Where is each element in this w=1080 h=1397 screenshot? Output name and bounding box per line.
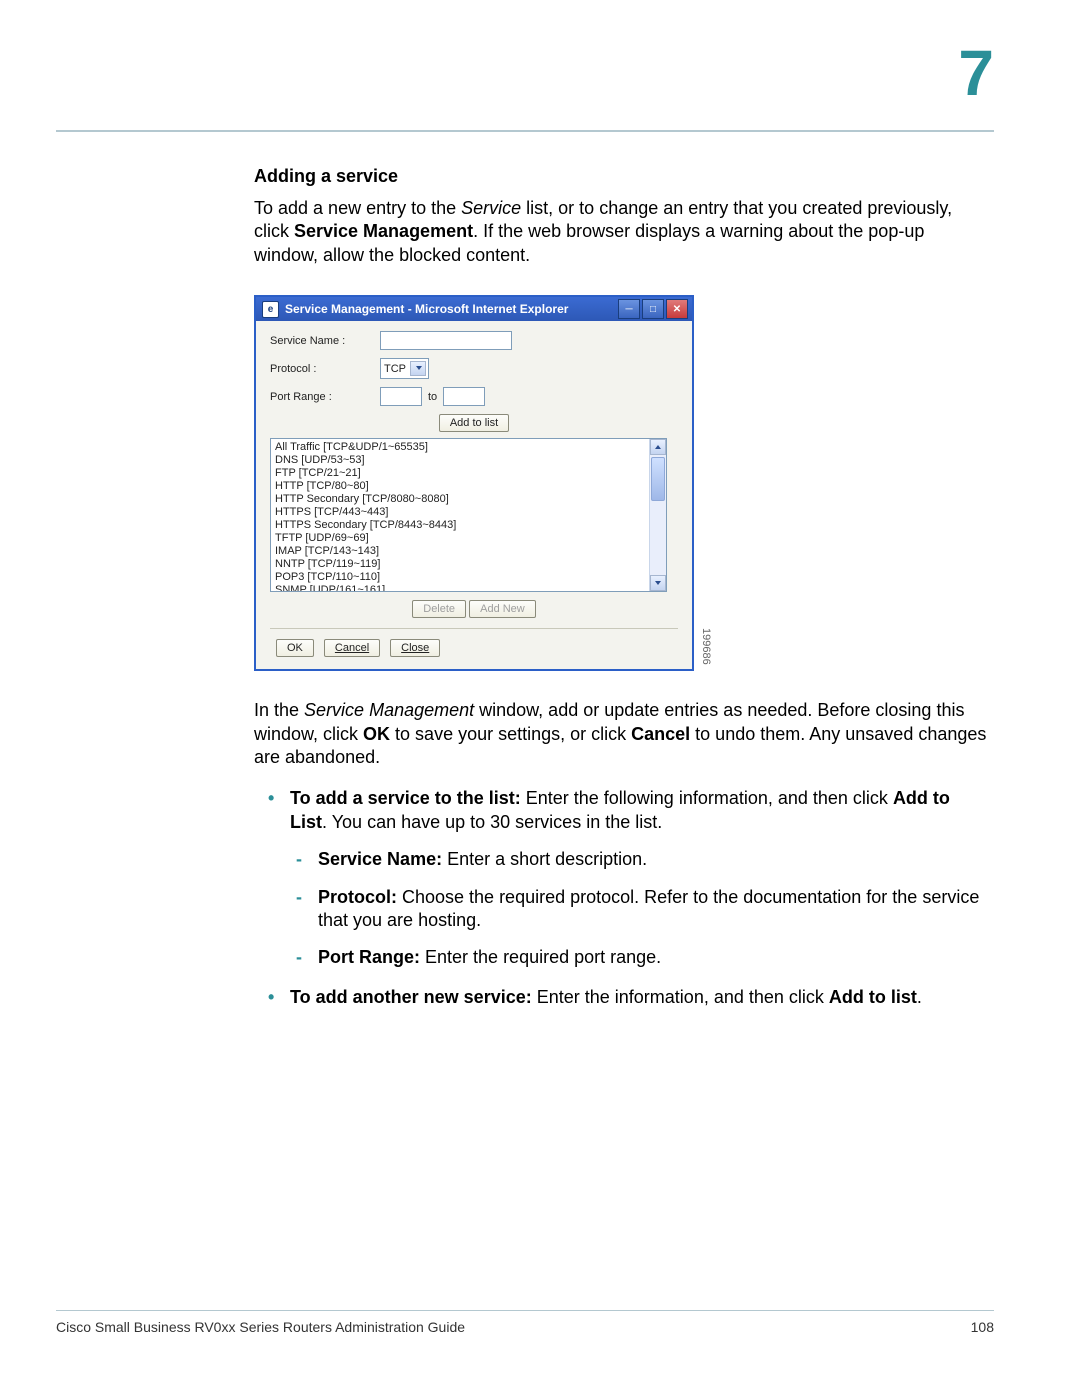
- screenshot-window-wrapper: e Service Management - Microsoft Interne…: [254, 295, 694, 671]
- bullet-item: To add another new service: Enter the in…: [290, 986, 990, 1009]
- text-italic: Service: [461, 198, 521, 218]
- figure-id: 199686: [700, 628, 712, 665]
- text: Enter the following information, and the…: [521, 788, 893, 808]
- list-item[interactable]: All Traffic [TCP&UDP/1~65535]: [275, 441, 645, 454]
- cancel-button[interactable]: Cancel: [324, 639, 380, 657]
- list-item[interactable]: FTP [TCP/21~21]: [275, 467, 645, 480]
- text: Enter the required port range.: [420, 947, 661, 967]
- add-to-list-row: Add to list: [270, 414, 678, 432]
- label-protocol: Protocol :: [270, 363, 380, 375]
- service-list-items: All Traffic [TCP&UDP/1~65535] DNS [UDP/5…: [271, 439, 649, 591]
- page-footer: Cisco Small Business RV0xx Series Router…: [56, 1310, 994, 1335]
- list-item[interactable]: HTTP Secondary [TCP/8080~8080]: [275, 493, 645, 506]
- list-action-row: Delete Add New: [270, 600, 678, 618]
- text-bold: Protocol:: [318, 887, 397, 907]
- delete-button[interactable]: Delete: [412, 600, 466, 618]
- scroll-down-button[interactable]: [650, 575, 666, 591]
- list-item[interactable]: SNMP [UDP/161~161]: [275, 584, 645, 592]
- maximize-button[interactable]: □: [642, 299, 664, 319]
- port-range-start-input[interactable]: [380, 387, 422, 406]
- row-port-range: Port Range : to: [270, 387, 678, 406]
- add-new-button[interactable]: Add New: [469, 600, 536, 618]
- section-heading: Adding a service: [254, 166, 990, 187]
- port-range-end-input[interactable]: [443, 387, 485, 406]
- text-bold: Service Name:: [318, 849, 442, 869]
- list-item[interactable]: HTTPS Secondary [TCP/8443~8443]: [275, 519, 645, 532]
- dialog-bottom-buttons: OK Cancel Close: [270, 628, 678, 657]
- label-to: to: [428, 391, 437, 403]
- bullet-list: To add a service to the list: Enter the …: [254, 787, 990, 1009]
- text: Choose the required protocol. Refer to t…: [318, 887, 979, 930]
- ok-button[interactable]: OK: [276, 639, 314, 657]
- text-bold: OK: [363, 724, 390, 744]
- list-item[interactable]: DNS [UDP/53~53]: [275, 454, 645, 467]
- paragraph-intro: To add a new entry to the Service list, …: [254, 197, 990, 267]
- scrollbar[interactable]: [649, 439, 666, 591]
- bullet-item: To add a service to the list: Enter the …: [290, 787, 990, 969]
- text: In the: [254, 700, 304, 720]
- text-bold: To add a service to the list:: [290, 788, 521, 808]
- close-icon[interactable]: ✕: [666, 299, 688, 319]
- text-bold: Add to list: [829, 987, 917, 1007]
- protocol-select[interactable]: TCP: [380, 358, 429, 379]
- row-protocol: Protocol : TCP: [270, 358, 678, 379]
- footer-left: Cisco Small Business RV0xx Series Router…: [56, 1319, 465, 1335]
- close-button[interactable]: Close: [390, 639, 440, 657]
- list-item[interactable]: NNTP [TCP/119~119]: [275, 558, 645, 571]
- text: Enter a short description.: [442, 849, 647, 869]
- protocol-value: TCP: [384, 363, 406, 375]
- window-body: Service Name : Protocol : TCP Port Range…: [256, 321, 692, 669]
- row-service-name: Service Name :: [270, 331, 678, 350]
- footer-page-number: 108: [971, 1319, 994, 1335]
- dash-item: Protocol: Choose the required protocol. …: [318, 886, 990, 933]
- ie-icon: e: [262, 301, 279, 318]
- chevron-down-icon: [416, 366, 422, 370]
- scroll-up-button[interactable]: [650, 439, 666, 455]
- text: To add a new entry to the: [254, 198, 461, 218]
- list-item[interactable]: TFTP [UDP/69~69]: [275, 532, 645, 545]
- minimize-button[interactable]: ─: [618, 299, 640, 319]
- dash-item: Port Range: Enter the required port rang…: [318, 946, 990, 969]
- list-item[interactable]: IMAP [TCP/143~143]: [275, 545, 645, 558]
- dash-list: Service Name: Enter a short description.…: [290, 848, 990, 970]
- window-titlebar: e Service Management - Microsoft Interne…: [256, 297, 692, 321]
- window-title: Service Management - Microsoft Internet …: [285, 302, 568, 316]
- text: .: [917, 987, 922, 1007]
- text-bold: To add another new service:: [290, 987, 532, 1007]
- chapter-number: 7: [958, 36, 994, 110]
- text-bold: Port Range:: [318, 947, 420, 967]
- label-service-name: Service Name :: [270, 335, 380, 347]
- add-to-list-button[interactable]: Add to list: [439, 414, 509, 432]
- list-item[interactable]: POP3 [TCP/110~110]: [275, 571, 645, 584]
- text: Enter the information, and then click: [532, 987, 829, 1007]
- dialog-window: e Service Management - Microsoft Interne…: [254, 295, 694, 671]
- service-name-input[interactable]: [380, 331, 512, 350]
- main-content: Adding a service To add a new entry to t…: [254, 166, 990, 1025]
- text: to save your settings, or click: [390, 724, 631, 744]
- text-bold: Cancel: [631, 724, 690, 744]
- scroll-thumb[interactable]: [651, 457, 665, 501]
- text: . You can have up to 30 services in the …: [322, 812, 662, 832]
- list-item[interactable]: HTTPS [TCP/443~443]: [275, 506, 645, 519]
- text-italic: Service Management: [304, 700, 474, 720]
- horizontal-rule: [56, 130, 994, 132]
- text-bold: Service Management: [294, 221, 473, 241]
- label-port-range: Port Range :: [270, 391, 380, 403]
- service-listbox[interactable]: All Traffic [TCP&UDP/1~65535] DNS [UDP/5…: [270, 438, 667, 592]
- dash-item: Service Name: Enter a short description.: [318, 848, 990, 871]
- paragraph-after-window: In the Service Management window, add or…: [254, 699, 990, 769]
- list-item[interactable]: HTTP [TCP/80~80]: [275, 480, 645, 493]
